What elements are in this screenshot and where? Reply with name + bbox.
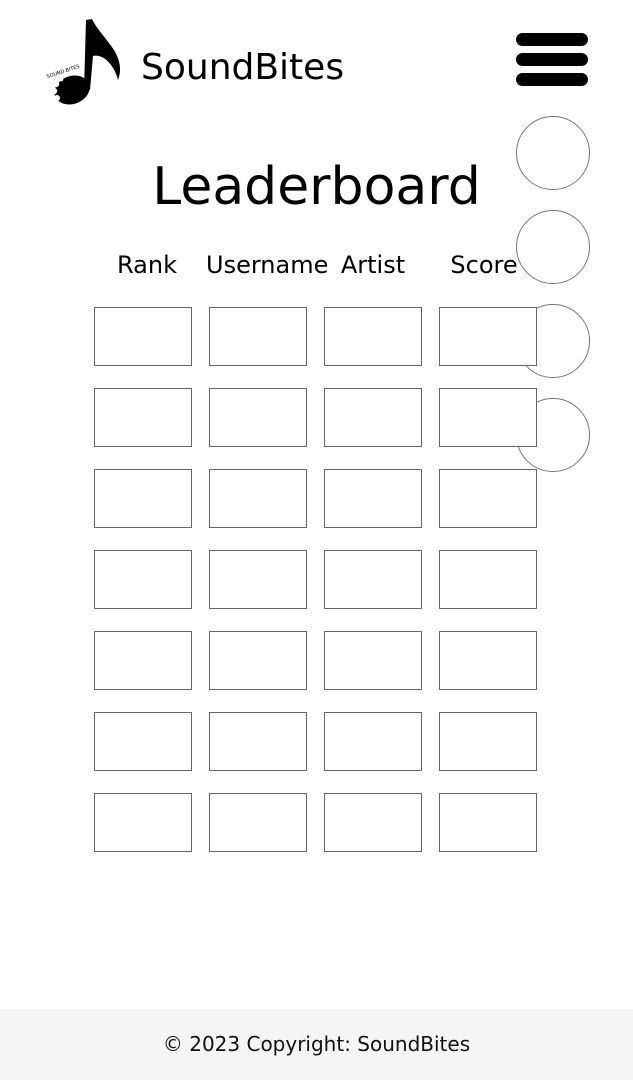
hamburger-menu-icon-bar [516,73,588,86]
table-cell-artist [324,307,422,366]
table-cell-rank [94,712,192,771]
hamburger-menu-icon-bar [516,53,588,66]
copyright-text: © 2023 Copyright: SoundBites [162,1032,471,1056]
table-cell-rank [94,550,192,609]
table-cell-score [439,712,537,771]
table-cell-artist [324,388,422,447]
table-cell-username [209,469,307,528]
column-header-username: Username [206,251,329,279]
brand-name: SoundBites [141,47,345,88]
table-cell-username [209,631,307,690]
table-cell-score [439,307,537,366]
column-header-score: Score [450,251,518,279]
table-cell-rank [94,307,192,366]
table-cell-score [439,631,537,690]
table-cell-artist [324,550,422,609]
table-cell-username [209,550,307,609]
hamburger-menu-button[interactable] [515,30,589,90]
table-cell-artist [324,631,422,690]
table-cell-username [209,793,307,852]
table-cell-rank [94,388,192,447]
music-note-icon: SOUND BITES [46,19,121,105]
table-cell-artist [324,712,422,771]
header: SOUND BITES SoundBites [0,0,633,120]
footer: © 2023 Copyright: SoundBites [0,1009,633,1080]
column-header-rank: Rank [117,251,177,279]
table-cell-score [439,550,537,609]
table-cell-score [439,793,537,852]
table-cell-rank [94,469,192,528]
column-header-artist: Artist [340,251,406,279]
table-cell-username [209,712,307,771]
table-cell-username [209,388,307,447]
table-cell-score [439,469,537,528]
table-cell-rank [94,631,192,690]
table-cell-username [209,307,307,366]
table-cell-rank [94,793,192,852]
hamburger-menu-icon [516,33,588,46]
table-cell-score [439,388,537,447]
page-title: Leaderboard [152,157,481,217]
table-cell-artist [324,793,422,852]
table-cell-artist [324,469,422,528]
